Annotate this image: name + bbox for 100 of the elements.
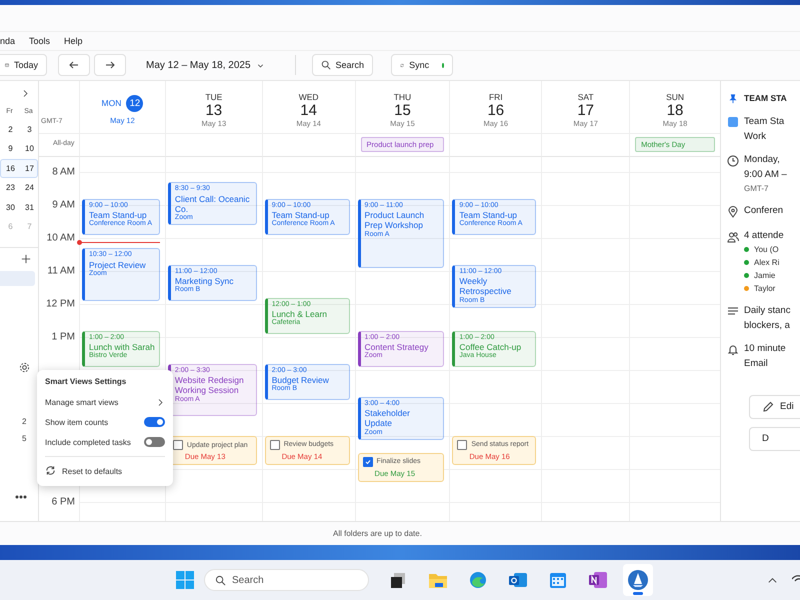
calendar-day[interactable]: 24 [20, 183, 39, 192]
calendar-day[interactable]: 3 [20, 124, 39, 134]
action-button[interactable]: D [749, 426, 800, 451]
toggle-switch[interactable] [144, 437, 165, 447]
calendar-app-icon [549, 571, 567, 589]
settings-icon [19, 362, 30, 373]
attendee-name: Taylor [754, 284, 776, 293]
event-title: Team Stand-up [459, 210, 518, 220]
task-checkbox[interactable] [362, 456, 373, 467]
event-title: Coffee Catch-up [459, 342, 522, 352]
folder-icon [428, 571, 448, 589]
event-title: Lunch & Learn [272, 309, 328, 320]
today-button[interactable]: Today [0, 54, 47, 76]
event-title: Team Sta [744, 116, 784, 127]
calendar-color-swatch [728, 116, 738, 127]
attendee-name: Alex Ri [754, 258, 780, 267]
calendar-name: Work [744, 130, 767, 142]
date-range-dropdown[interactable]: May 12 – May 18, 2025 [142, 54, 269, 76]
hour-label: 8 AM [52, 166, 75, 178]
reset-icon [45, 464, 56, 476]
hour-label: 9 AM [52, 199, 75, 210]
event-time: GMT-7 [744, 184, 770, 193]
menu-item[interactable]: Help [64, 36, 83, 46]
item-count: 2 [22, 416, 26, 426]
event-notes: Daily stanc [744, 304, 790, 316]
browser-icon [469, 571, 487, 589]
menu-item[interactable]: nda [0, 36, 16, 46]
clock-icon [727, 154, 739, 167]
task-checkbox[interactable] [270, 440, 280, 450]
calendar-day[interactable]: 23 [1, 183, 20, 192]
day-name: THU [394, 92, 412, 102]
status-text: All folders are up to date. [333, 528, 422, 538]
event-time: 9:00 AM – [744, 168, 787, 180]
taskbar-search-field[interactable]: Search [204, 569, 369, 591]
event-location: Conferen [744, 204, 784, 216]
calendar-day[interactable]: 31 [20, 202, 39, 212]
task-checkbox[interactable] [172, 440, 183, 450]
toggle-switch[interactable] [144, 417, 165, 427]
hour-label: 6 PM [52, 496, 75, 508]
day-name: TUE [205, 92, 222, 102]
toggle-label: Include completed tasks [45, 438, 131, 446]
hour-label: 12 PM [46, 298, 75, 310]
search-icon [215, 574, 226, 586]
day-name: SAT [578, 92, 594, 102]
task-view-icon [389, 571, 407, 589]
day-name: WED [298, 92, 319, 102]
sync-button[interactable]: Sync [391, 54, 454, 76]
event-title: Marketing Sync [174, 276, 235, 286]
more-icon [15, 494, 27, 500]
item-count: 5 [22, 434, 26, 443]
previous-button[interactable] [58, 54, 90, 76]
day-number: 13 [205, 102, 222, 119]
chevron-right-icon [156, 398, 165, 406]
event-title: Team Stand-up [89, 210, 148, 220]
hour-label: 1 PM [52, 331, 75, 342]
day-number: 12 [126, 94, 144, 112]
chevron-right-icon [21, 88, 30, 98]
reset-menu-item[interactable]: Reset to defaults [62, 466, 122, 476]
day-number: 14 [300, 102, 317, 119]
toggle-label: Show item counts [45, 418, 108, 426]
event-title: Lunch with Sarah [89, 342, 155, 352]
day-number: 17 [577, 102, 594, 119]
event-notes: blockers, a [744, 320, 790, 331]
attendee-name: Jamie [754, 270, 776, 280]
edit-button[interactable]: Edi [749, 394, 800, 419]
day-number: 15 [394, 102, 411, 119]
calendar-day[interactable]: 9 [1, 144, 20, 154]
day-name: SUN [666, 92, 684, 102]
bell-icon [727, 344, 739, 356]
calendar-day[interactable]: 2 [1, 124, 20, 134]
notebook-app-icon [588, 571, 608, 589]
calendar-day[interactable]: 10 [20, 144, 39, 154]
reminder-text: 10 minute [744, 342, 786, 354]
search-button[interactable]: Search [312, 54, 374, 76]
start-icon[interactable] [176, 571, 194, 589]
pin-icon [728, 94, 738, 104]
task-checkbox[interactable] [457, 440, 468, 450]
event-title: Content Strategy [364, 342, 430, 352]
menu-item[interactable]: Tools [29, 36, 50, 46]
pencil-icon [762, 400, 774, 413]
location-icon [727, 206, 739, 218]
menu-item[interactable]: Manage smart views [45, 392, 165, 412]
mail-app-icon [508, 571, 528, 589]
event-title: Budget Review [272, 375, 330, 386]
attendee-name: You (O [754, 244, 779, 254]
next-button[interactable] [94, 54, 126, 76]
event-title: Project Review [89, 260, 147, 270]
day-number: 18 [666, 102, 684, 119]
event-title: Stakeholder Update [364, 408, 411, 428]
reminder-text: Email [744, 358, 769, 369]
day-number: 16 [487, 102, 504, 119]
calendar-day[interactable]: 17 [20, 164, 39, 173]
calendar-day[interactable]: 16 [1, 164, 20, 173]
day-name: FRI [488, 92, 503, 102]
check-icon [364, 458, 371, 465]
popup-title: Smart Views Settings [45, 376, 128, 388]
event-title: Weekly Retrospective [459, 276, 512, 296]
event-title: Team Stand-up [272, 210, 330, 220]
sailboat-app-icon [627, 569, 649, 591]
calendar-day[interactable]: 30 [1, 202, 20, 212]
